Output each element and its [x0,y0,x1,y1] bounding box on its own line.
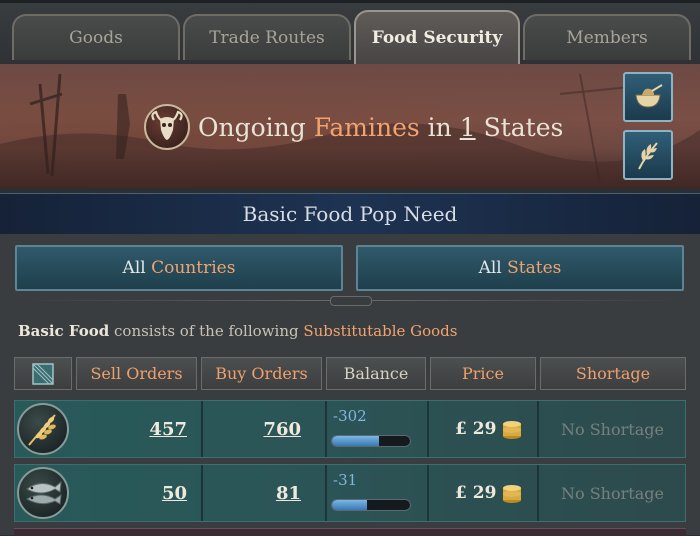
price-value: £ 29 [455,419,497,439]
cell-separator [537,401,539,457]
balance-bar [331,435,411,447]
balance-value: -302 [333,407,367,425]
grain-leaf-icon [638,142,658,170]
price-header-label: Price [462,364,504,383]
tab-trade-routes[interactable]: Trade Routes [183,14,351,60]
shortage-status: No Shortage [561,484,664,503]
food-bowl-icon [635,84,663,108]
balance-header-label: Balance [343,364,409,383]
cell-separator [201,465,203,521]
divider-ornament [330,296,372,306]
sell-orders-header-label: Sell Orders [90,364,183,383]
fish-icon[interactable] [17,467,69,519]
balance-bar [331,499,411,511]
sell-orders-header[interactable]: Sell Orders [76,357,197,390]
cell-separator [325,465,327,521]
shortage-header[interactable]: Shortage [540,357,686,390]
tab-goods-label: Goods [69,28,123,48]
expand-collapse-icon [32,363,54,385]
substitutable-goods-description: Basic Food consists of the following Sub… [18,322,457,340]
table-row[interactable]: 50 81 -31 £ 29 No Shortage [14,464,686,522]
cell-separator [325,401,327,457]
cell-separator [427,401,429,457]
gold-coins-icon [503,421,521,439]
famine-state-count[interactable]: 1 [460,113,476,142]
tab-goods[interactable]: Goods [12,14,180,60]
all-states-highlight: States [507,258,562,278]
tab-members-label: Members [566,28,648,48]
gold-coins-icon [503,485,521,503]
shortage-status: No Shortage [561,420,664,439]
cell-separator [201,401,203,457]
balance-bar-fill [332,500,368,510]
balance-value: -31 [333,471,358,489]
buy-orders-value[interactable]: 81 [251,483,301,504]
collapse-toggle-button[interactable] [14,357,72,390]
buy-orders-value[interactable]: 760 [251,419,301,440]
price-value: £ 29 [455,483,497,503]
tab-trade-routes-label: Trade Routes [209,28,325,48]
buy-orders-header-label: Buy Orders [215,364,308,383]
headline-prefix: Ongoing [198,113,306,142]
buy-orders-header[interactable]: Buy Orders [201,357,322,390]
desc-basic-food: Basic Food [18,322,110,340]
famine-skull-icon [144,104,190,150]
desc-substitutable-goods: Substitutable Goods [303,322,458,340]
all-states-button[interactable]: All States [356,245,684,291]
grain-leaf-button[interactable] [623,130,673,180]
table-row[interactable]: 457 760 -302 £ 29 No Shortage [14,400,686,458]
sell-orders-value[interactable]: 457 [135,419,187,440]
headline-mid: in [427,113,452,142]
all-countries-button[interactable]: All Countries [15,245,343,291]
cell-separator [427,465,429,521]
cell-separator [537,465,539,521]
desc-mid: consists of the following [114,322,299,340]
all-countries-prefix: All [122,258,146,278]
shortage-header-label: Shortage [575,364,651,383]
balance-bar-fill [332,436,379,446]
headline-suffix: States [483,113,564,142]
price-header[interactable]: Price [430,357,536,390]
sell-orders-value[interactable]: 50 [135,483,187,504]
section-title-text: Basic Food Pop Need [242,202,458,226]
famine-banner: Ongoing Famines in 1 States [0,64,700,188]
banner-ground [0,148,700,188]
all-states-prefix: All [478,258,502,278]
headline-famines: Famines [313,113,420,142]
tab-food-security[interactable]: Food Security [354,10,520,64]
grain-icon[interactable] [17,403,69,455]
tab-bar: Goods Trade Routes Food Security Members [0,0,700,66]
tab-food-security-label: Food Security [371,28,503,48]
balance-header[interactable]: Balance [326,357,426,390]
section-title: Basic Food Pop Need [0,193,700,235]
tab-members[interactable]: Members [523,14,691,60]
famine-headline: Ongoing Famines in 1 States [198,108,563,148]
all-countries-highlight: Countries [151,258,236,278]
food-bowl-button[interactable] [623,72,673,122]
